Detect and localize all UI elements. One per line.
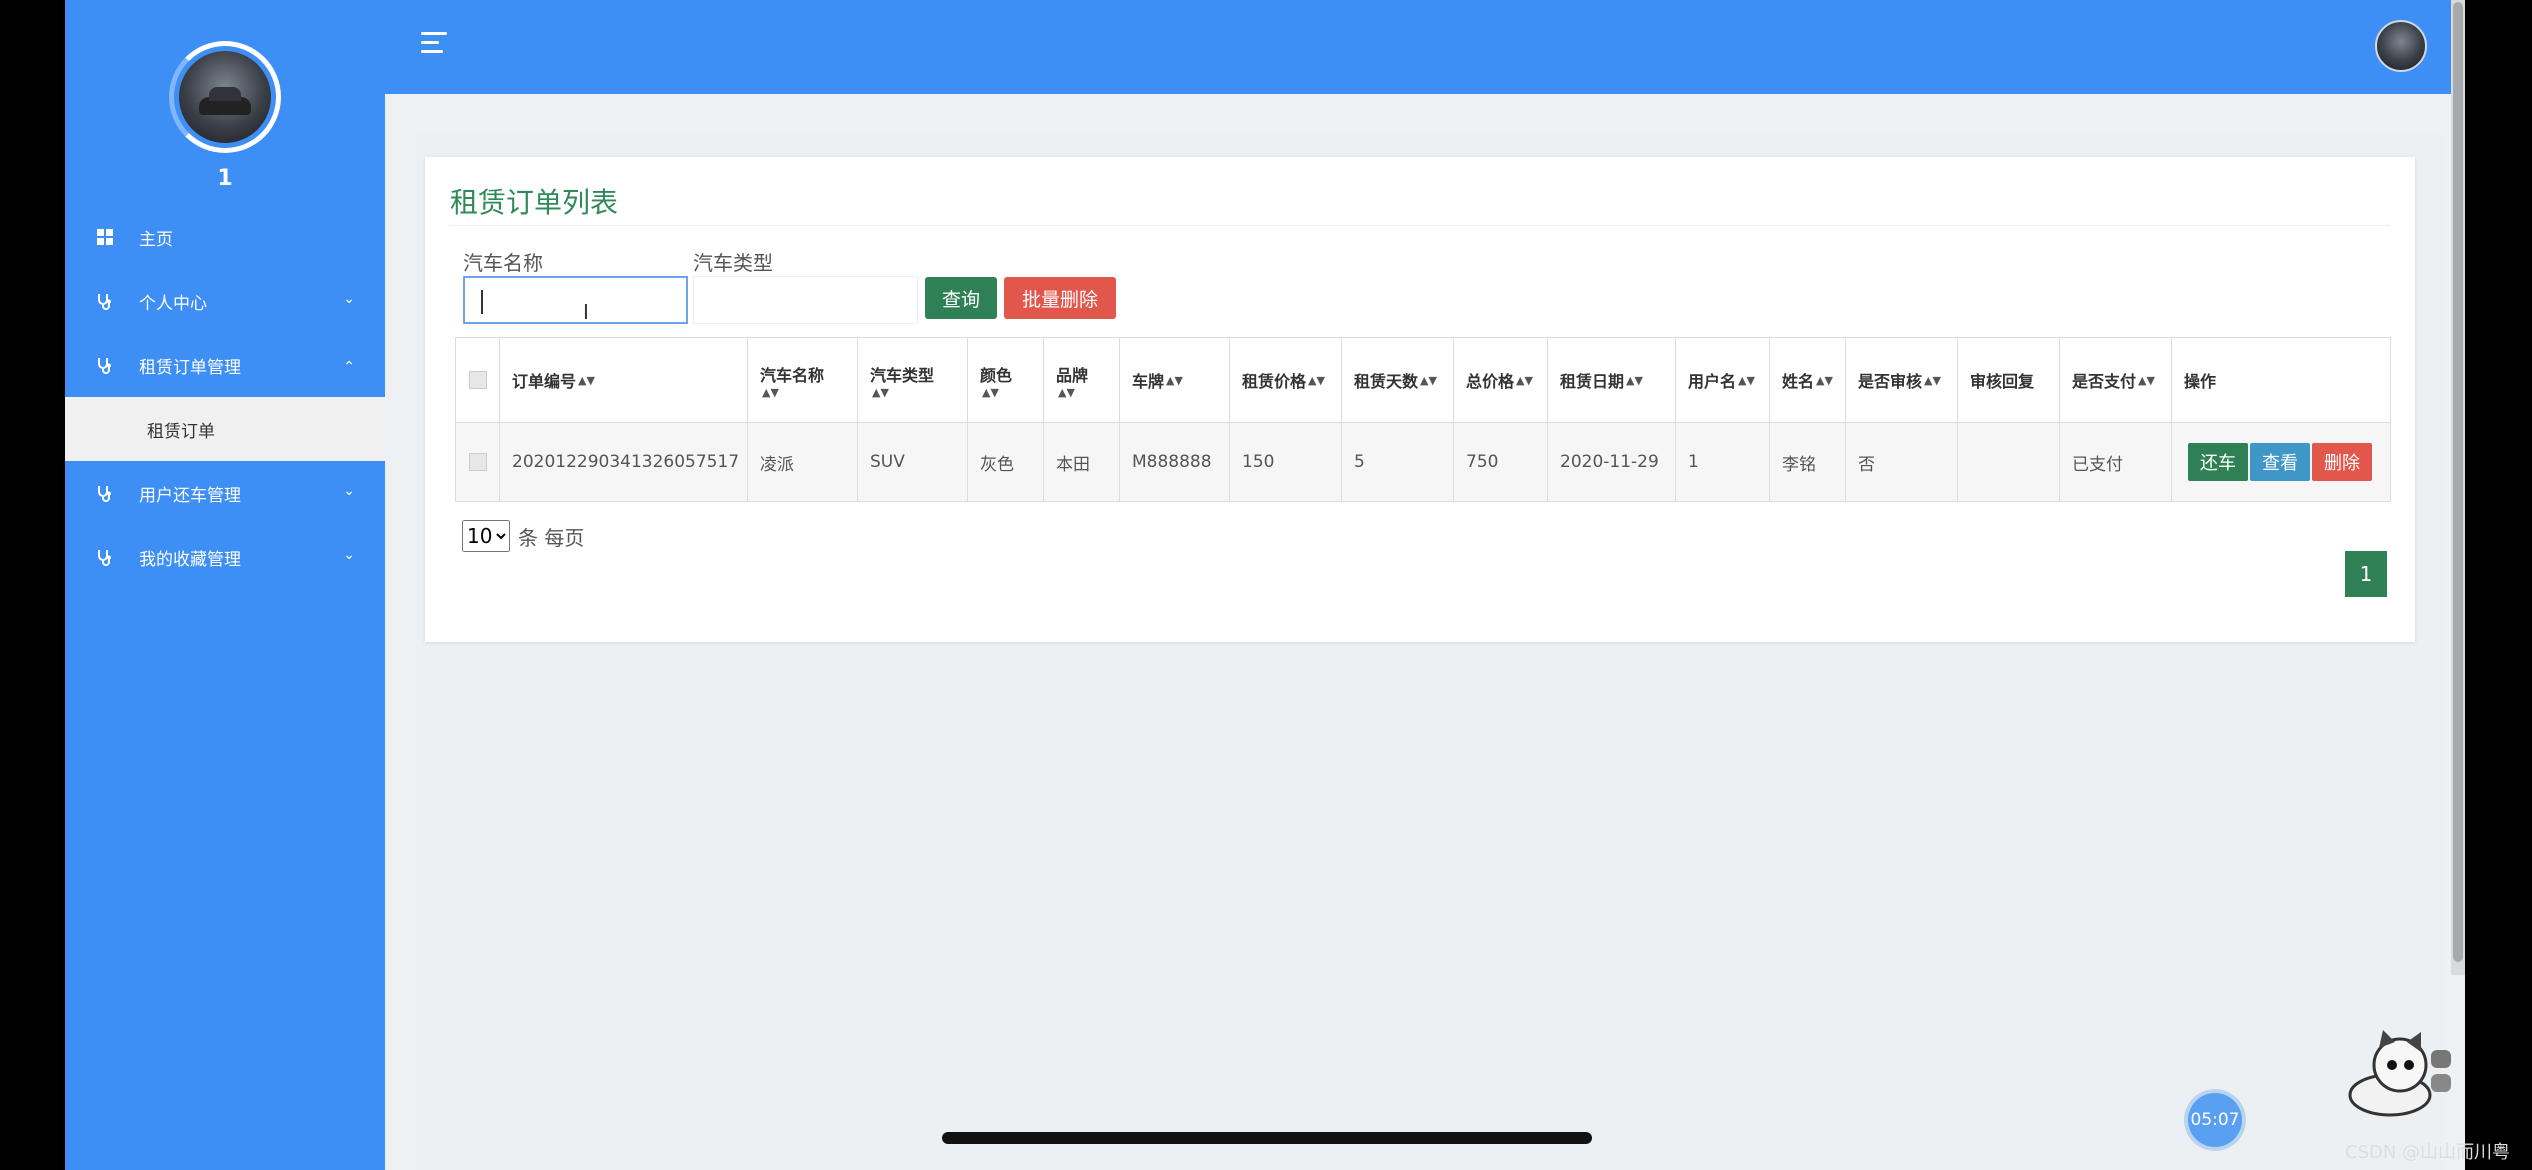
- cell-car-type: SUV: [858, 423, 968, 501]
- cell-is-reviewed: 否: [1846, 423, 1958, 501]
- header-name[interactable]: 姓名 ▲▼: [1770, 338, 1846, 422]
- header-car-type[interactable]: 汽车类型 ▲▼: [858, 338, 968, 422]
- row-select-cell: [456, 423, 500, 501]
- vertical-scrollbar[interactable]: [2451, 0, 2465, 975]
- header-is-paid[interactable]: 是否支付 ▲▼: [2060, 338, 2172, 422]
- header-order-no[interactable]: 订单编号 ▲▼: [500, 338, 748, 422]
- sidebar-item-label: 租赁订单管理: [139, 357, 241, 378]
- header-rent-date[interactable]: 租赁日期 ▲▼: [1548, 338, 1676, 422]
- sidebar-item-personal-center[interactable]: 个人中心 ⌄: [65, 269, 385, 333]
- cell-actions: 还车 查看 删除: [2172, 423, 2390, 501]
- cell-brand: 本田: [1044, 423, 1120, 501]
- cell-username: 1: [1676, 423, 1770, 501]
- stethoscope-icon: [95, 483, 115, 503]
- cell-rent-days: 5: [1342, 423, 1454, 501]
- header-review-reply: 审核回复: [1958, 338, 2060, 422]
- sidebar-item-label: 个人中心: [139, 293, 207, 314]
- return-car-button[interactable]: 还车: [2188, 443, 2248, 481]
- cell-order-no: 202012290341326057517: [500, 423, 748, 501]
- sidebar-item-label: 用户还车管理: [139, 485, 241, 506]
- select-all-checkbox[interactable]: [468, 371, 487, 389]
- cell-color: 灰色: [968, 423, 1044, 501]
- batch-delete-button[interactable]: 批量删除: [1004, 277, 1116, 319]
- stethoscope-icon: [95, 291, 115, 311]
- dashboard-icon: [95, 227, 115, 247]
- query-button[interactable]: 查询: [925, 277, 997, 319]
- sidebar-item-label: 主页: [139, 229, 173, 250]
- watermark: CSDN @山山而川粤: [2345, 1142, 2511, 1163]
- car-type-label: 汽车类型: [693, 251, 773, 275]
- cell-total-price: 750: [1454, 423, 1548, 501]
- text-caret: [481, 290, 483, 314]
- header-brand[interactable]: 品牌 ▲▼: [1044, 338, 1120, 422]
- header-color[interactable]: 颜色 ▲▼: [968, 338, 1044, 422]
- cell-review-reply: [1958, 423, 2060, 501]
- car-name-label: 汽车名称: [463, 251, 543, 275]
- avatar[interactable]: [179, 51, 271, 143]
- sidebar-item-car-return[interactable]: 用户还车管理 ⌄: [65, 461, 385, 525]
- sidebar-username: 1: [217, 166, 233, 191]
- per-page-label: 条 每页: [518, 525, 585, 550]
- cell-is-paid: 已支付: [2060, 423, 2172, 501]
- header-actions: 操作: [2184, 372, 2217, 391]
- top-bar: [385, 0, 2465, 94]
- ibeam-cursor-icon: I: [583, 300, 589, 324]
- sidebar-item-rental-orders[interactable]: 租赁订单管理 ⌃: [65, 333, 385, 397]
- page-button-current[interactable]: 1: [2345, 551, 2387, 597]
- cell-car-name: 凌派: [748, 423, 858, 501]
- car-name-input[interactable]: I: [463, 276, 688, 324]
- table-row: 202012290341326057517 凌派 SUV 灰色 本田 M8888…: [455, 423, 2391, 502]
- header-total-price[interactable]: 总价格 ▲▼: [1454, 338, 1548, 422]
- chevron-down-icon: ⌄: [343, 547, 355, 563]
- sidebar: 1 主页 个人中心 ⌄ 租赁订单管理 ⌃ 租赁订单 用户还车管理 ⌄ 我的收藏管…: [65, 0, 385, 1170]
- cat-mascot-icon: [2348, 1030, 2451, 1117]
- orders-table: 订单编号 ▲▼ 汽车名称 ▲▼ 汽车类型 ▲▼ 颜色 ▲▼ 品牌 ▲▼ 车牌 ▲▼ 租赁价格…: [455, 337, 2391, 502]
- home-indicator: [942, 1132, 1592, 1144]
- chevron-up-icon: ⌃: [343, 359, 355, 375]
- page-title: 租赁订单列表: [450, 186, 619, 219]
- user-avatar[interactable]: [2375, 20, 2427, 72]
- header-car-name[interactable]: 汽车名称 ▲▼: [748, 338, 858, 422]
- chevron-down-icon: ⌄: [343, 483, 355, 499]
- sidebar-item-label: 我的收藏管理: [139, 549, 241, 570]
- title-divider: [450, 225, 2390, 226]
- page-size-select[interactable]: 10: [462, 520, 510, 552]
- header-rent-days[interactable]: 租赁天数 ▲▼: [1342, 338, 1454, 422]
- select-all-cell: [456, 338, 500, 422]
- table-header: 订单编号 ▲▼ 汽车名称 ▲▼ 汽车类型 ▲▼ 颜色 ▲▼ 品牌 ▲▼ 车牌 ▲▼ 租赁价格…: [455, 337, 2391, 423]
- cell-name: 李铭: [1770, 423, 1846, 501]
- menu-toggle-icon[interactable]: [421, 32, 447, 59]
- stethoscope-icon: [95, 355, 115, 375]
- view-button[interactable]: 查看: [2250, 443, 2310, 481]
- page-size-control: 10 条 每页: [462, 520, 584, 552]
- delete-button[interactable]: 删除: [2312, 443, 2372, 481]
- header-is-reviewed[interactable]: 是否审核 ▲▼: [1846, 338, 1958, 422]
- car-type-input[interactable]: [693, 276, 918, 324]
- stethoscope-icon: [95, 547, 115, 567]
- sidebar-nav: 主页 个人中心 ⌄ 租赁订单管理 ⌃ 租赁订单 用户还车管理 ⌄ 我的收藏管理 …: [65, 205, 385, 589]
- cell-rent-price: 150: [1230, 423, 1342, 501]
- sidebar-subitem-rental-order[interactable]: 租赁订单: [65, 397, 385, 461]
- sidebar-item-favorites[interactable]: 我的收藏管理 ⌄: [65, 525, 385, 589]
- header-rent-price[interactable]: 租赁价格 ▲▼: [1230, 338, 1342, 422]
- header-plate[interactable]: 车牌 ▲▼: [1120, 338, 1230, 422]
- cell-rent-date: 2020-11-29: [1548, 423, 1676, 501]
- app-screen: 1 主页 个人中心 ⌄ 租赁订单管理 ⌃ 租赁订单 用户还车管理 ⌄ 我的收藏管…: [65, 0, 2465, 1170]
- row-checkbox[interactable]: [468, 453, 487, 471]
- sidebar-item-home[interactable]: 主页: [65, 205, 385, 269]
- chevron-down-icon: ⌄: [343, 291, 355, 307]
- header-username[interactable]: 用户名 ▲▼: [1676, 338, 1770, 422]
- cell-plate: M888888: [1120, 423, 1230, 501]
- timer-badge[interactable]: 05:07: [2188, 1093, 2242, 1147]
